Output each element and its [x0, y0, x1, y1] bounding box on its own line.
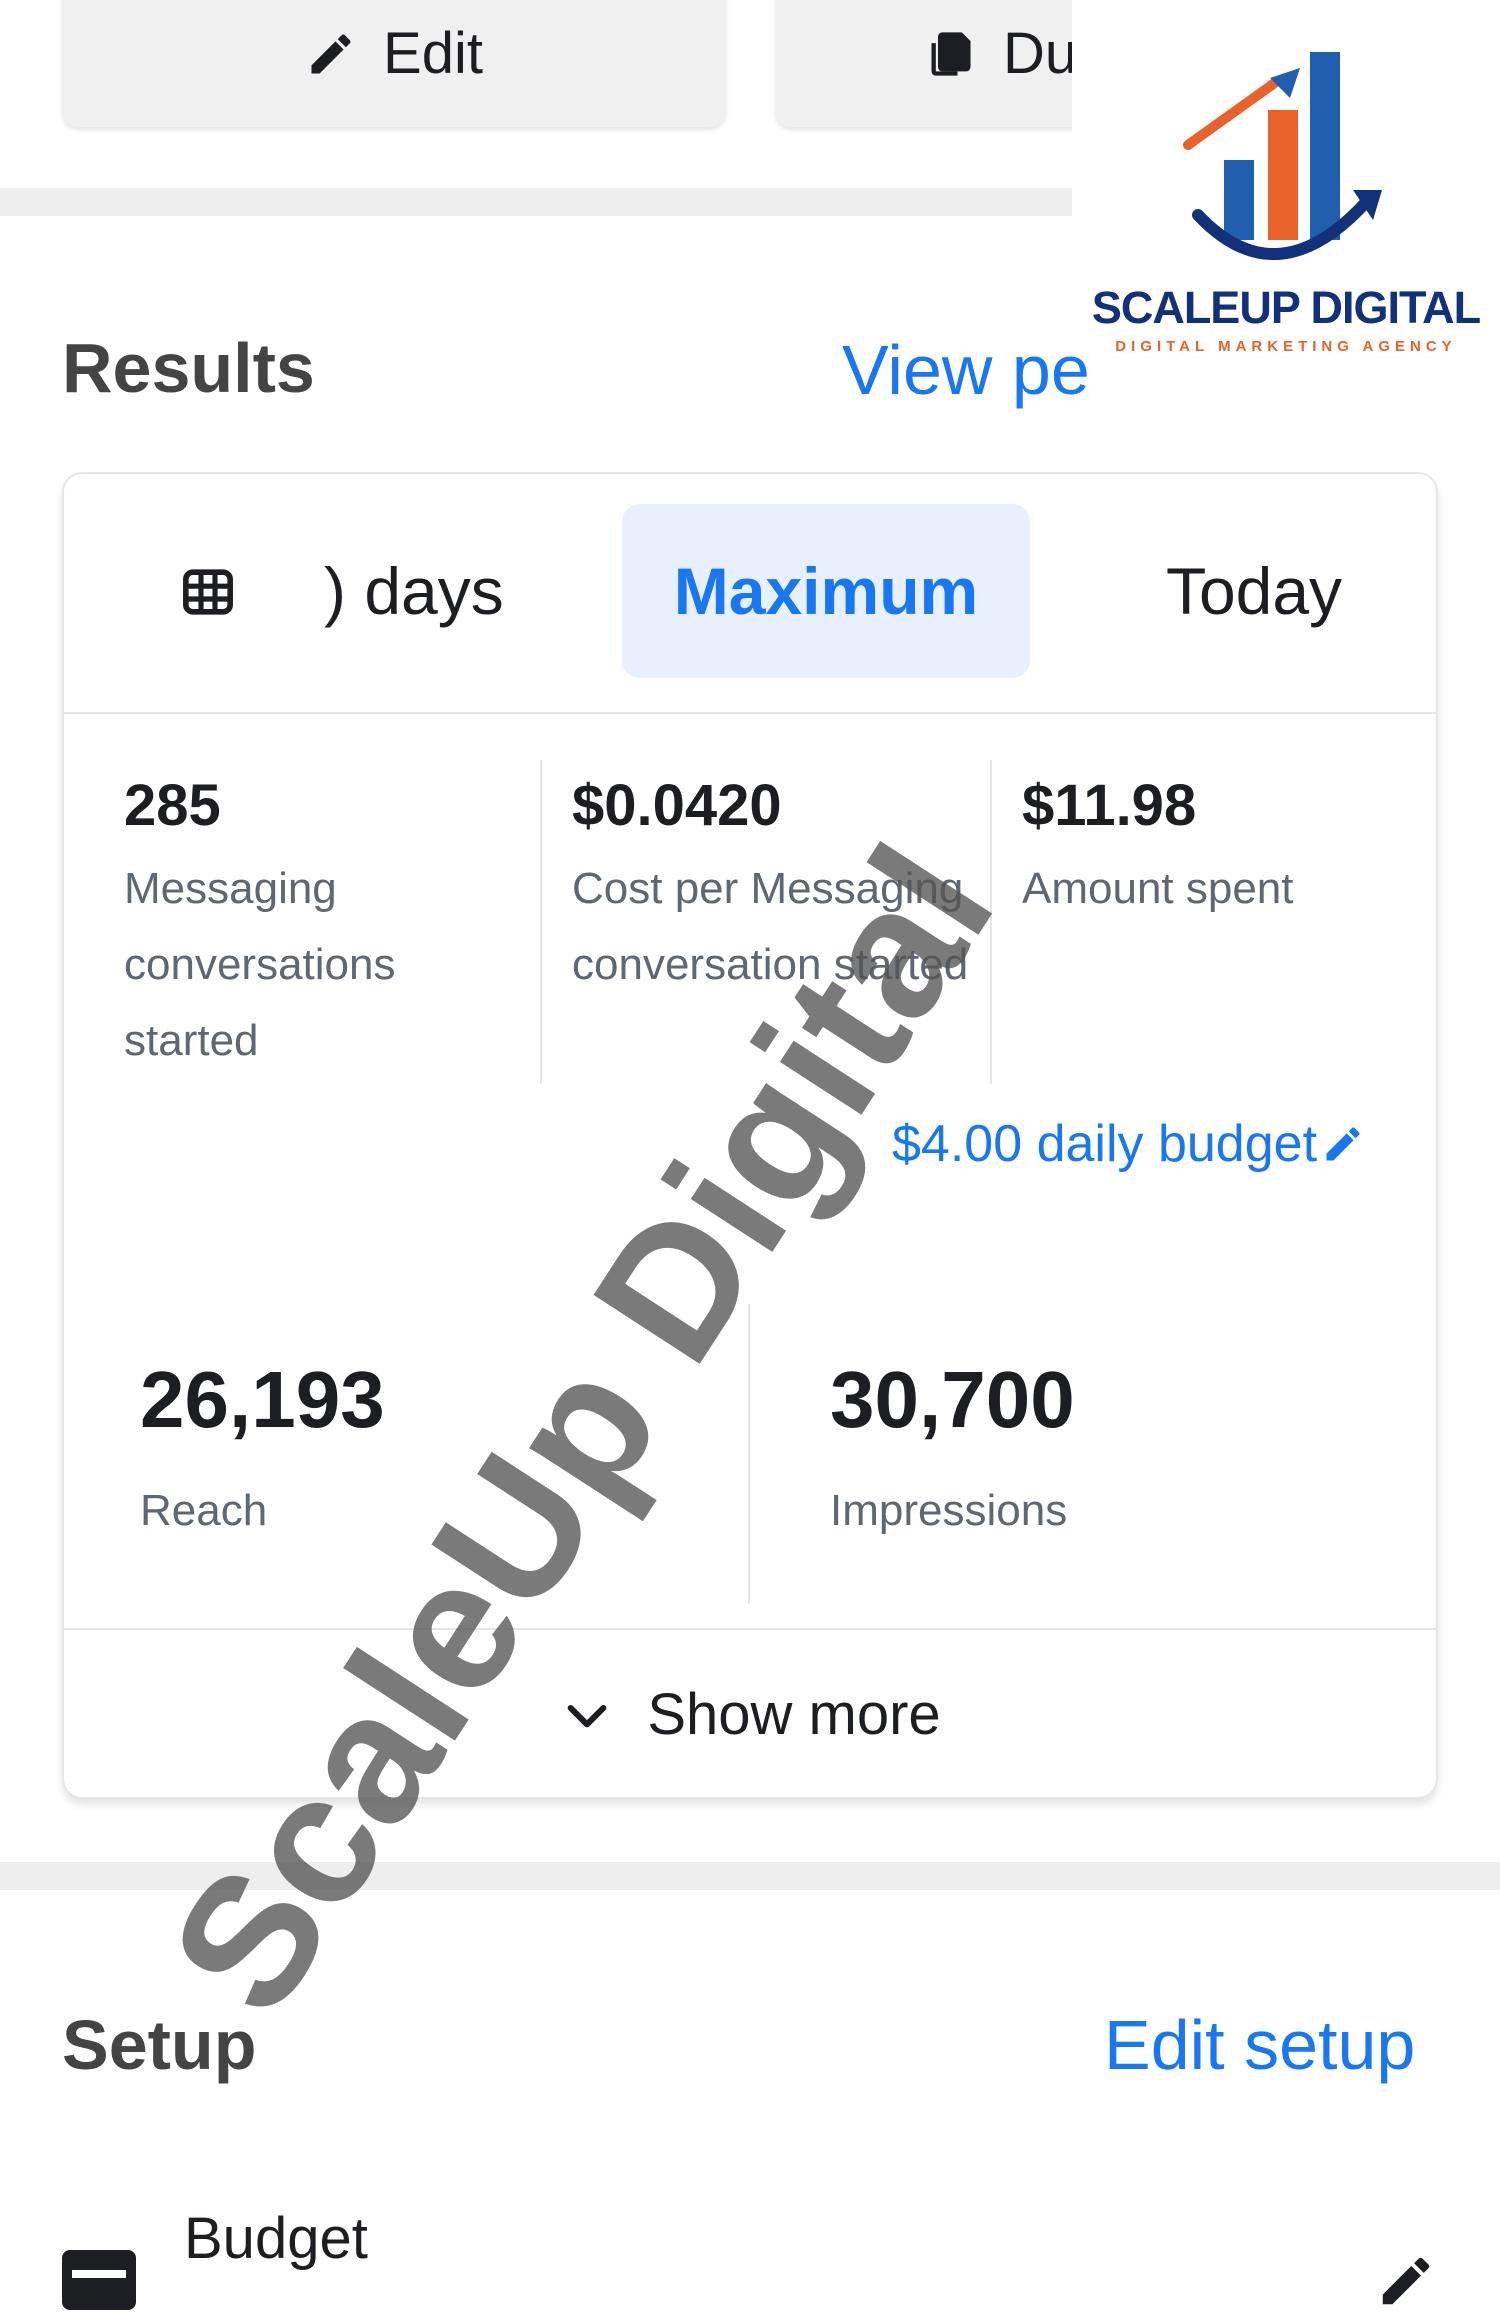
reach-label: Reach — [140, 1486, 268, 1535]
show-more-button[interactable]: Show more — [64, 1632, 1436, 1797]
show-more-divider — [64, 1628, 1436, 1630]
pencil-icon[interactable] — [1375, 2250, 1437, 2312]
tab-days[interactable]: ) days — [324, 504, 604, 678]
show-more-label: Show more — [647, 1682, 941, 1747]
section-divider — [0, 1862, 1500, 1890]
impressions-value: 30,700 — [830, 1355, 1075, 1444]
daily-budget-link[interactable]: $4.00 daily budget — [892, 1114, 1365, 1174]
metric-divider — [540, 760, 542, 1084]
scaleup-digital-logo: SCALEUP DIGITAL DIGITAL MARKETING AGENCY — [1072, 0, 1500, 380]
chevron-down-icon — [567, 1704, 607, 1727]
metric-value: $11.98 — [1022, 773, 1197, 838]
edit-button[interactable]: Edit — [62, 0, 726, 127]
section-divider — [0, 188, 1072, 216]
metric-value: $0.0420 — [572, 773, 782, 838]
metric-label: Messaging conversations started — [124, 864, 396, 1065]
logo-tagline: DIGITAL MARKETING AGENCY — [1115, 338, 1457, 355]
budget-icon — [62, 2250, 136, 2310]
results-title: Results — [62, 329, 315, 407]
setup-title: Setup — [62, 2006, 257, 2084]
metric-cost-per-conversation: $0.0420 Cost per Messaging conversation … — [572, 772, 1002, 1003]
copy-icon — [931, 31, 971, 76]
metric-impressions: 30,700 Impressions — [830, 1354, 1075, 1536]
logo-graphic — [1183, 52, 1382, 261]
metric-label: Cost per Messaging conversation started — [572, 864, 969, 989]
metric-reach: 26,193 Reach — [140, 1354, 385, 1536]
edit-button-label: Edit — [383, 21, 483, 86]
impressions-label: Impressions — [830, 1486, 1068, 1535]
metric-messaging-conversations: 285 Messaging conversations started — [124, 772, 524, 1079]
budget-label: Budget — [184, 2206, 368, 2271]
metric-value: 285 — [124, 773, 221, 838]
edit-setup-link[interactable]: Edit setup — [1104, 2005, 1415, 2085]
metric-label: Amount spent — [1022, 864, 1294, 913]
metric-divider — [748, 1304, 750, 1604]
calendar-icon[interactable] — [180, 564, 236, 620]
daily-budget-label: $4.00 daily budget — [892, 1115, 1318, 1173]
pencil-icon — [311, 33, 351, 73]
tab-today[interactable]: Today — [1104, 504, 1404, 678]
metric-divider — [990, 760, 992, 1084]
tabs-divider — [64, 712, 1436, 714]
results-card: ) days Maximum Today 285 Messaging conve… — [62, 472, 1438, 1799]
metric-amount-spent: $11.98 Amount spent — [1022, 772, 1422, 927]
duplicate-button-label: Du — [1003, 21, 1078, 86]
tab-maximum[interactable]: Maximum — [622, 504, 1030, 678]
view-performance-link[interactable]: View pe — [842, 330, 1090, 410]
reach-value: 26,193 — [140, 1355, 385, 1444]
pencil-icon — [1326, 1127, 1360, 1161]
logo-name: SCALEUP DIGITAL — [1091, 282, 1481, 333]
